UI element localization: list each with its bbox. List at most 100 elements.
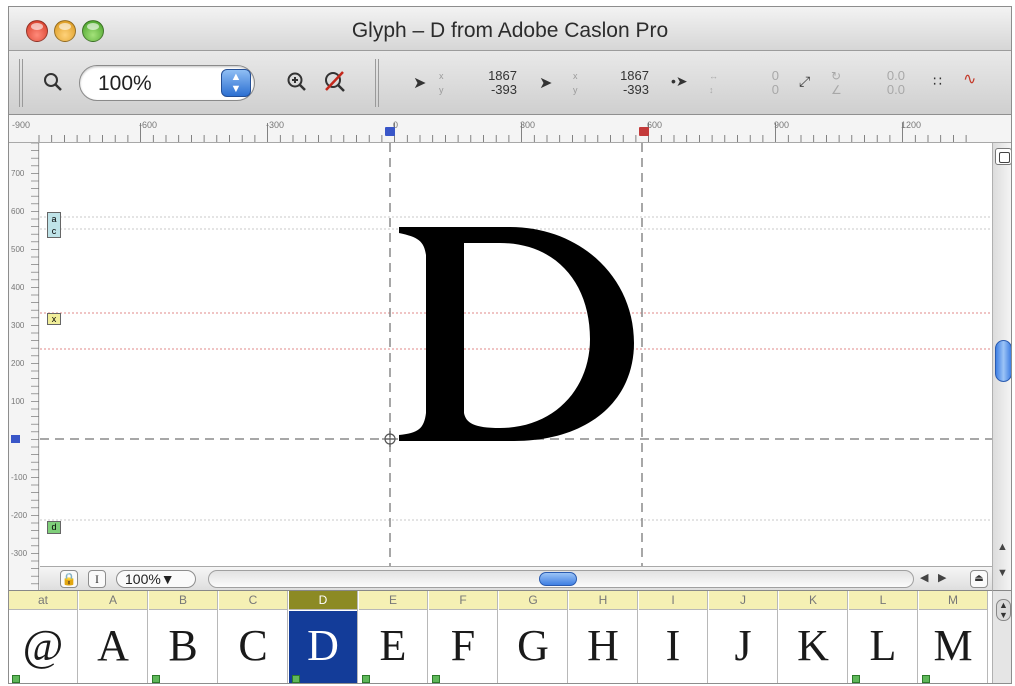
curve-icon[interactable]: ∿ — [963, 69, 976, 89]
glyph-cell-char: C — [238, 621, 268, 670]
distance-dy: 0 — [771, 82, 779, 97]
scroll-left-arrow-icon[interactable]: ◀ — [920, 571, 928, 584]
ruler-tick-label: 1200 — [901, 120, 921, 130]
zoom-combo[interactable]: 100% ▲ ▼ — [79, 65, 255, 101]
left-sidebearing-marker — [385, 127, 395, 136]
ruler-ticks: -900-600-300030060090012001500 — [12, 120, 967, 142]
canvas-zoom-popup[interactable]: 100%▼ — [116, 570, 196, 588]
glyph-cell-char: D — [289, 611, 357, 683]
glyph-cell-C[interactable]: CC — [219, 591, 288, 683]
measure-icon[interactable]: •➤ — [671, 73, 688, 90]
glyph-cell-label: F — [429, 591, 497, 610]
text-cursor-icon[interactable]: I — [88, 570, 106, 588]
right-sidebearing-marker — [639, 127, 649, 136]
glyph-cell-M[interactable]: MM — [919, 591, 988, 683]
arrow-add-icon[interactable]: ➤ — [539, 73, 552, 93]
glyph-cell-E[interactable]: EE — [359, 591, 428, 683]
glyph-cell-char: @ — [22, 621, 64, 670]
lock-icon[interactable]: 🔒 — [60, 570, 78, 588]
zoom-in-icon[interactable] — [285, 70, 309, 100]
vruler-tick-label: 500 — [11, 245, 25, 254]
title-bar: Glyph – D from Adobe Caslon Pro — [9, 7, 1011, 51]
y-label: y — [439, 85, 444, 95]
zoom-value[interactable]: 100% — [98, 72, 152, 96]
measure-distance-icon[interactable]: ⤢ — [799, 73, 810, 90]
glyph-cell-G[interactable]: GG — [499, 591, 568, 683]
eject-icon[interactable]: ⏏ — [970, 570, 988, 588]
glyph-cell-label: D — [289, 591, 357, 610]
canvas-status-bar: 🔒 I 100%▼ ◀ ▶ ⏏ — [40, 566, 992, 590]
glyph-cell-label: A — [79, 591, 147, 610]
pointer2-x: 1867 — [620, 68, 649, 83]
toolbar-grip[interactable] — [19, 59, 23, 107]
glyph-window: Glyph – D from Adobe Caslon Pro 100% ▲ ▼ … — [8, 6, 1012, 684]
marker-descender[interactable]: d — [47, 521, 61, 534]
vertical-scrollbar[interactable]: ▲ ▼ — [992, 143, 1011, 590]
vertical-scroll-thumb[interactable] — [995, 340, 1011, 382]
horizontal-scrollbar[interactable] — [208, 570, 914, 588]
glyph-status-mark — [922, 675, 930, 683]
ruler-tick-label: -300 — [266, 120, 284, 130]
glyph-cell-H[interactable]: HH — [569, 591, 638, 683]
glyph-status-mark — [292, 675, 300, 683]
angle-a: 0.0 — [886, 68, 905, 83]
vruler-tick-label: 200 — [11, 359, 25, 368]
scroll-up-arrow-icon[interactable]: ▲ — [997, 541, 1008, 553]
glyph-cell-char: F — [450, 621, 476, 670]
x-label-2: x — [573, 71, 578, 81]
grid-icon[interactable]: ∷ — [933, 73, 942, 90]
glyph-cell-L[interactable]: LL — [849, 591, 918, 683]
glyph-status-mark — [852, 675, 860, 683]
toolbar: 100% ▲ ▼ ➤ x y 1867 -393 ➤ x y 1867 -393 … — [9, 51, 1011, 115]
horizontal-ruler[interactable]: -900-600-300030060090012001500 — [9, 115, 1011, 143]
vruler-tick-label: 700 — [11, 169, 25, 178]
marker-ascender[interactable]: ac — [47, 212, 61, 238]
no-zoom-icon[interactable] — [321, 68, 349, 102]
glyph-cell-label: M — [919, 591, 987, 610]
angle-icon: ∠ — [831, 83, 842, 97]
ruler-tick-label: 900 — [774, 120, 789, 130]
glyph-cell-J[interactable]: JJ — [709, 591, 778, 683]
glyph-cell-A[interactable]: AA — [79, 591, 148, 683]
vruler-tick-label: -200 — [11, 511, 28, 520]
glyph-canvas[interactable] — [40, 143, 992, 566]
zoom-stepper-icon[interactable]: ▲ ▼ — [221, 69, 251, 97]
strip-stepper-icon[interactable]: ▲ ▼ — [996, 599, 1011, 621]
marker-xheight[interactable]: x — [47, 313, 61, 325]
glyph-strip-scrollbar[interactable]: ▲ ▼ — [992, 590, 1011, 683]
baseline-marker — [11, 435, 20, 443]
pointer1-y: -393 — [490, 82, 517, 97]
arrow-select-icon[interactable]: ➤ — [413, 73, 426, 93]
scroll-down-arrow-icon[interactable]: ▼ — [997, 567, 1008, 579]
glyph-cell-I[interactable]: II — [639, 591, 708, 683]
glyph-cell-F[interactable]: FF — [429, 591, 498, 683]
glyph-cell-char: K — [797, 621, 829, 670]
glyph-cell-at[interactable]: at @ — [9, 591, 78, 683]
vertical-ruler[interactable]: 7006005004003002001000-100-200-300 — [9, 142, 39, 590]
ruler-tick-label: 300 — [520, 120, 535, 130]
glyph-cell-label: at — [9, 591, 77, 610]
glyph-cell-K[interactable]: KK — [779, 591, 848, 683]
pointer2-y: -393 — [622, 82, 649, 97]
glyph-cell-B[interactable]: BB — [149, 591, 218, 683]
glyph-outline[interactable] — [40, 143, 992, 566]
glyph-status-mark — [362, 675, 370, 683]
ruler-tick-label: -600 — [139, 120, 157, 130]
glyph-cell-label: I — [639, 591, 707, 610]
horizontal-scroll-thumb[interactable] — [539, 572, 577, 586]
vruler-tick-label: 300 — [11, 321, 25, 330]
ruler-tick-label: -900 — [12, 120, 30, 130]
glyph-strip: at @ A A B B C C D D E E F F G G H H I I J J K K L L M M — [9, 590, 992, 683]
scroll-right-arrow-icon[interactable]: ▶ — [938, 571, 946, 584]
angle-b: 0.0 — [886, 82, 905, 97]
scroll-corner-button[interactable] — [995, 148, 1011, 165]
magnifier-icon[interactable] — [41, 70, 65, 100]
vruler-tick-label: -300 — [11, 549, 28, 558]
vruler-tick-label: 100 — [11, 397, 25, 406]
x-label: x — [439, 71, 444, 81]
dy-glyph: ↕ — [709, 85, 714, 95]
glyph-cell-char: B — [168, 621, 198, 670]
glyph-cell-D[interactable]: DD — [289, 591, 358, 683]
glyph-status-mark — [12, 675, 20, 683]
glyph-cell-char: A — [97, 621, 129, 670]
